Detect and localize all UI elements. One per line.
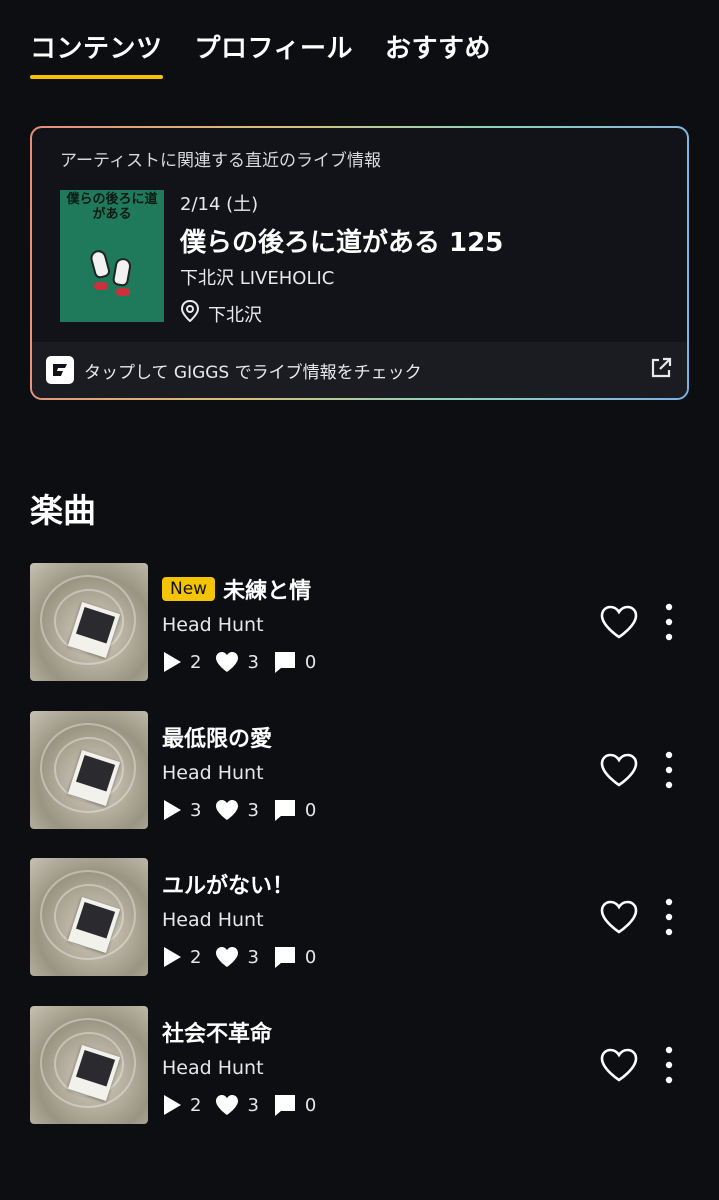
play-count: 2 <box>162 946 201 968</box>
live-info-card[interactable]: アーティストに関連する直近のライブ情報 僕らの後ろに道がある 2/14 (土) … <box>30 126 689 400</box>
like-count: 3 <box>215 799 259 821</box>
live-venue: 下北沢 LIVEHOLIC <box>180 268 335 289</box>
heart-filled-icon <box>216 652 239 672</box>
song-row[interactable]: ユルがない！ Head Hunt 2 3 0 <box>30 858 689 976</box>
flyer-details <box>78 224 146 231</box>
heart-filled-icon <box>216 800 239 820</box>
heart-outline-icon <box>600 1048 638 1082</box>
song-title-row: 最低限の愛 <box>162 721 272 753</box>
like-count: 3 <box>215 1094 259 1116</box>
song-title-row: New 未練と情 <box>162 573 311 605</box>
play-count: 2 <box>162 651 201 673</box>
song-stats: 2 3 0 <box>162 650 330 674</box>
song-row[interactable]: New 未練と情 Head Hunt 2 3 0 <box>30 563 689 681</box>
tab-profile[interactable]: プロフィール <box>195 28 353 79</box>
song-stats: 3 3 0 <box>162 798 330 822</box>
like-button[interactable] <box>598 1044 640 1086</box>
more-options-button[interactable] <box>654 1044 684 1086</box>
song-cover-art <box>30 1006 148 1124</box>
comment-count: 0 <box>273 650 316 674</box>
flyer-shoe-sole <box>116 288 130 296</box>
comment-icon <box>274 947 295 968</box>
live-flyer-image: 僕らの後ろに道がある <box>60 190 164 322</box>
flyer-title: 僕らの後ろに道がある <box>66 192 158 222</box>
play-count: 2 <box>162 1094 201 1116</box>
song-artist: Head Hunt <box>162 1057 264 1079</box>
comment-count: 0 <box>273 1093 316 1117</box>
song-artist: Head Hunt <box>162 909 264 931</box>
flyer-shoe-illustration <box>88 248 112 280</box>
play-icon <box>164 800 181 820</box>
more-vertical-icon <box>665 603 673 641</box>
song-row[interactable]: 社会不革命 Head Hunt 2 3 0 <box>30 1006 689 1124</box>
more-vertical-icon <box>665 1046 673 1084</box>
external-link-icon <box>649 356 673 384</box>
live-title: 僕らの後ろに道がある 125 <box>180 228 504 258</box>
live-location: 下北沢 <box>180 299 262 327</box>
more-vertical-icon <box>665 898 673 936</box>
giggs-link-bar[interactable]: タップして GIGGS でライブ情報をチェック <box>32 342 687 398</box>
live-info-heading: アーティストに関連する直近のライブ情報 <box>60 151 381 171</box>
live-location-label: 下北沢 <box>208 304 262 326</box>
map-pin-icon <box>180 299 200 327</box>
heart-outline-icon <box>600 753 638 787</box>
flyer-shoe-illustration <box>111 256 133 288</box>
heart-filled-icon <box>216 947 239 967</box>
live-info-card-body: アーティストに関連する直近のライブ情報 僕らの後ろに道がある 2/14 (土) … <box>32 128 687 398</box>
song-stats: 2 3 0 <box>162 1093 330 1117</box>
song-cover-art <box>30 563 148 681</box>
giggs-logo-icon <box>46 356 74 384</box>
songs-section-title: 楽曲 <box>30 491 96 530</box>
more-options-button[interactable] <box>654 749 684 791</box>
song-stats: 2 3 0 <box>162 945 330 969</box>
heart-outline-icon <box>600 900 638 934</box>
play-icon <box>164 1095 181 1115</box>
song-title-row: 社会不革命 <box>162 1016 272 1048</box>
comment-icon <box>274 652 295 673</box>
comment-count: 0 <box>273 798 316 822</box>
play-count: 3 <box>162 799 201 821</box>
more-vertical-icon <box>665 751 673 789</box>
comment-icon <box>274 1095 295 1116</box>
like-button[interactable] <box>598 896 640 938</box>
song-title-row: ユルがない！ <box>162 868 294 900</box>
flyer-lineup <box>118 312 158 318</box>
song-row[interactable]: 最低限の愛 Head Hunt 3 3 0 <box>30 711 689 829</box>
song-title: 最低限の愛 <box>162 727 273 752</box>
tab-contents[interactable]: コンテンツ <box>30 28 163 79</box>
comment-count: 0 <box>273 945 316 969</box>
play-icon <box>164 947 181 967</box>
giggs-link-text: タップして GIGGS でライブ情報をチェック <box>84 362 422 383</box>
song-title: 社会不革命 <box>162 1022 273 1047</box>
more-options-button[interactable] <box>654 896 684 938</box>
song-title: 未練と情 <box>223 579 312 604</box>
flyer-shoe-sole <box>94 282 108 290</box>
song-cover-art <box>30 711 148 829</box>
like-count: 3 <box>215 651 259 673</box>
song-title: ユルがない！ <box>162 874 295 899</box>
live-date: 2/14 (土) <box>180 194 259 215</box>
tab-bar: コンテンツ プロフィール おすすめ <box>30 28 491 79</box>
like-button[interactable] <box>598 749 640 791</box>
play-icon <box>164 652 181 672</box>
song-artist: Head Hunt <box>162 614 264 636</box>
tab-recommend[interactable]: おすすめ <box>385 28 491 79</box>
new-badge: New <box>162 577 216 601</box>
heart-outline-icon <box>600 605 638 639</box>
comment-icon <box>274 800 295 821</box>
song-cover-art <box>30 858 148 976</box>
song-artist: Head Hunt <box>162 762 264 784</box>
like-count: 3 <box>215 946 259 968</box>
like-button[interactable] <box>598 601 640 643</box>
more-options-button[interactable] <box>654 601 684 643</box>
heart-filled-icon <box>216 1095 239 1115</box>
